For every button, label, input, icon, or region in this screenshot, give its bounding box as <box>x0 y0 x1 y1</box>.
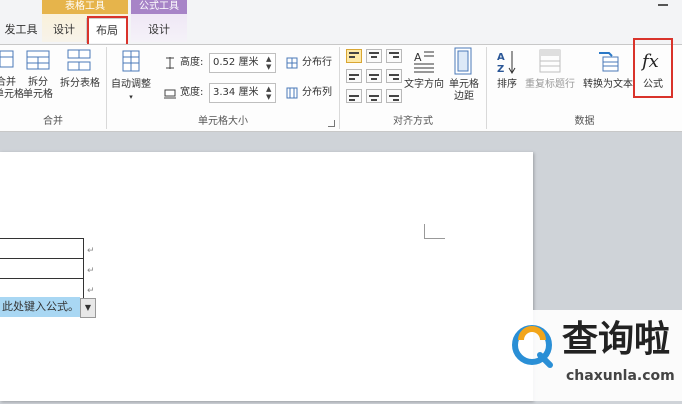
row-height-icon <box>164 57 176 69</box>
align-bottom-left-button[interactable] <box>346 89 362 103</box>
split-cells-button[interactable]: 拆分 单元格 <box>20 77 56 101</box>
tab-table-design[interactable]: 设计 <box>42 18 86 42</box>
text-direction-icon: A <box>412 49 436 73</box>
chevron-down-icon[interactable]: ▼ <box>80 298 96 318</box>
repeat-header-button[interactable]: 重复标题行 <box>525 79 575 91</box>
split-table-button[interactable]: 拆分表格 <box>58 78 102 90</box>
align-middle-left-button[interactable] <box>346 69 362 83</box>
split-table-icon <box>66 49 92 71</box>
cell-size-group: 自动调整 ▾ 高度: 0.52 厘米 ▲ ▼ 宽度: 3.34 厘米 ▲ ▼ 分布行… <box>107 45 339 131</box>
tab-developer[interactable]: 发工具 <box>0 18 42 42</box>
distribute-rows-button[interactable]: 分布行 <box>302 57 332 69</box>
convert-to-text-button[interactable]: 转换为文本 <box>581 79 635 91</box>
merge-cells-label-1: 合并 <box>0 77 16 88</box>
table-border <box>83 238 84 298</box>
align-bottom-center-button[interactable] <box>366 89 382 103</box>
split-cells-label-1: 拆分 <box>28 77 48 88</box>
align-middle-right-button[interactable] <box>386 69 402 83</box>
split-cells-icon <box>26 49 50 71</box>
end-of-row-mark: ↵ <box>87 246 95 256</box>
autofit-button[interactable]: 自动调整 ▾ <box>109 79 153 103</box>
distribute-columns-icon <box>286 87 298 99</box>
cell-size-group-label: 单元格大小 <box>198 116 248 127</box>
row-height-stepper[interactable]: 0.52 厘米 ▲ ▼ <box>209 53 276 73</box>
cell-margins-label-2: 边距 <box>454 91 474 102</box>
alignment-group: A 文字方向 单元格 边距 对齐方式 <box>340 45 486 131</box>
svg-text:A: A <box>497 52 505 63</box>
height-label: 高度: <box>180 57 204 68</box>
end-of-row-mark: ↵ <box>87 286 95 296</box>
merge-cells-icon <box>0 49 14 69</box>
sort-icon: AZ <box>497 49 517 75</box>
document-page[interactable]: ↵ ↵ ↵ <box>0 152 533 401</box>
distribute-columns-button[interactable]: 分布列 <box>302 87 332 99</box>
cell-margins-icon <box>454 47 472 75</box>
watermark-logo: 查询啦 chaxunla.com <box>506 310 682 401</box>
row-height-value: 0.52 厘米 <box>213 57 259 68</box>
chevron-down-icon: ▾ <box>129 93 133 101</box>
column-width-icon <box>164 87 176 99</box>
column-width-value: 3.34 厘米 <box>213 87 259 98</box>
formula-input-field[interactable]: 此处键入公式。 <box>0 297 80 317</box>
highlight-formula-button <box>633 38 673 98</box>
autofit-label: 自动调整 <box>111 79 151 90</box>
ribbon: 合并 单元格 拆分 单元格 拆分表格 合并 自动调整 ▾ 高度: 0.52 <box>0 44 682 132</box>
table-border <box>0 238 84 239</box>
merge-cells-label-2: 单元格 <box>0 89 24 100</box>
align-top-right-button[interactable] <box>386 49 402 63</box>
svg-text:A: A <box>414 51 422 64</box>
end-of-row-mark: ↵ <box>87 266 95 276</box>
align-middle-center-button[interactable] <box>366 69 382 83</box>
spinner-arrows-icon[interactable]: ▲ ▼ <box>266 85 274 101</box>
sort-button[interactable]: 排序 <box>493 79 521 91</box>
merge-cells-button[interactable]: 合并 单元格 <box>0 77 24 101</box>
align-top-center-button[interactable] <box>366 49 382 63</box>
autofit-icon <box>121 49 141 73</box>
repeat-header-icon <box>539 49 561 73</box>
spinner-arrows-icon[interactable]: ▲ ▼ <box>266 55 274 71</box>
table-tools-header: 表格工具 <box>42 0 128 14</box>
formula-tools-header: 公式工具 <box>131 0 187 14</box>
column-width-stepper[interactable]: 3.34 厘米 ▲ ▼ <box>209 83 276 103</box>
split-cells-label-2: 单元格 <box>23 89 53 100</box>
align-bottom-right-button[interactable] <box>386 89 402 103</box>
align-top-left-button[interactable] <box>346 49 362 63</box>
merge-group-label: 合并 <box>43 116 63 127</box>
page-corner-mark <box>424 224 445 239</box>
highlight-layout-tab <box>87 16 128 46</box>
cell-margins-button[interactable]: 单元格 边距 <box>446 79 482 103</box>
cell-margins-label-1: 单元格 <box>449 79 479 90</box>
table-border <box>0 258 84 259</box>
text-direction-button[interactable]: 文字方向 <box>402 79 446 91</box>
width-label: 宽度: <box>180 87 204 98</box>
svg-text:Z: Z <box>497 64 504 75</box>
alignment-group-label: 对齐方式 <box>393 116 433 127</box>
convert-to-text-icon <box>597 49 619 73</box>
merge-group: 合并 单元格 拆分 单元格 拆分表格 合并 <box>0 45 106 131</box>
data-group-label: 数据 <box>574 116 595 127</box>
formula-tools-context: 公式工具 设计 <box>131 0 187 42</box>
dialog-launcher-icon[interactable] <box>328 120 335 127</box>
tab-formula-design[interactable]: 设计 <box>131 18 187 42</box>
table[interactable]: ↵ ↵ ↵ <box>0 238 95 299</box>
distribute-rows-icon <box>286 57 298 69</box>
watermark-brand: 查询啦 <box>562 319 671 360</box>
watermark-url: chaxunla.com <box>566 368 675 384</box>
table-border <box>0 278 84 279</box>
minimize-icon[interactable] <box>658 4 668 6</box>
